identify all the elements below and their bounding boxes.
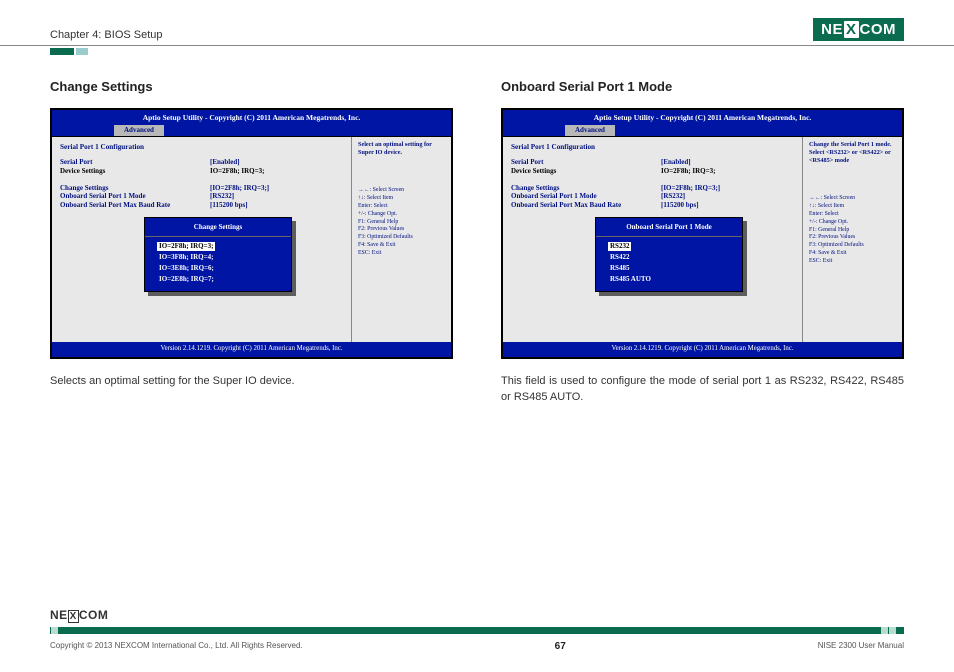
config-value: [115200 bps] <box>210 201 248 210</box>
keyhelp-line: F3: Optimized Defaults <box>809 242 896 250</box>
page-footer: Copyright © 2013 NEXCOM International Co… <box>50 641 904 652</box>
bios-screenshot-left: Aptio Setup Utility - Copyright (C) 2011… <box>50 108 453 359</box>
config-value: [115200 bps] <box>661 201 699 210</box>
left-heading: Change Settings <box>50 79 453 94</box>
config-row[interactable]: Onboard Serial Port 1 Mode[RS232] <box>511 192 794 201</box>
keyhelp-line: F4: Save & Exit <box>809 250 896 258</box>
keyhelp-line: ↑↓: Select Item <box>358 195 445 203</box>
config-row[interactable]: Onboard Serial Port Max Baud Rate[115200… <box>60 201 343 210</box>
keyhelp-line: ESC: Exit <box>809 258 896 266</box>
bios-help-pane: Change the Serial Port 1 mode. Select <R… <box>802 137 902 342</box>
config-row[interactable]: Onboard Serial Port 1 Mode[RS232] <box>60 192 343 201</box>
keyhelp-line: F3: Optimized Defaults <box>358 234 445 242</box>
bios-tabs: Advanced <box>503 125 902 137</box>
bios-left-pane: Serial Port 1 Configuration Serial Port[… <box>503 137 802 342</box>
config-row[interactable]: Serial Port[Enabled] <box>511 158 794 167</box>
manual-name: NISE 2300 User Manual <box>818 641 904 652</box>
copyright-text: Copyright © 2013 NEXCOM International Co… <box>50 641 303 652</box>
config-label: Onboard Serial Port 1 Mode <box>511 192 661 201</box>
config-label: Change Settings <box>511 184 661 193</box>
footer-logo: NEXCOM <box>50 606 108 624</box>
config-label: Onboard Serial Port Max Baud Rate <box>60 201 210 210</box>
config-value: [RS232] <box>661 192 685 201</box>
bios-screenshot-right: Aptio Setup Utility - Copyright (C) 2011… <box>501 108 904 359</box>
config-label: Onboard Serial Port 1 Mode <box>60 192 210 201</box>
config-value: [Enabled] <box>210 158 240 167</box>
nexcom-logo: NEXCOM <box>813 18 904 41</box>
right-caption: This field is used to configure the mode… <box>501 373 904 406</box>
help-text: Select an optimal setting for Super IO d… <box>358 141 445 157</box>
config-row[interactable]: Change Settings[IO=2F8h; IRQ=3;] <box>60 184 343 193</box>
config-value: [IO=2F8h; IRQ=3;] <box>210 184 269 193</box>
bios-left-pane: Serial Port 1 Configuration Serial Port[… <box>52 137 351 342</box>
keyhelp-line: ↑↓: Select Item <box>809 203 896 211</box>
config-row[interactable]: Device SettingsIO=2F8h; IRQ=3; <box>511 167 794 176</box>
keyhelp-line: F1: General Help <box>809 227 896 235</box>
bios-footer: Version 2.14.1219. Copyright (C) 2011 Am… <box>503 342 902 356</box>
config-value: IO=2F8h; IRQ=3; <box>661 167 715 176</box>
footer-bar <box>50 627 904 634</box>
left-caption: Selects an optimal setting for the Super… <box>50 373 453 390</box>
popup-option[interactable]: IO=3E8h; IRQ=6; <box>151 263 222 273</box>
keyhelp-line: ESC: Exit <box>358 250 445 258</box>
accent-bar <box>50 48 954 55</box>
popup-option[interactable]: RS422 <box>602 252 637 262</box>
popup-option[interactable]: RS232 <box>608 242 631 251</box>
left-column: Change Settings Aptio Setup Utility - Co… <box>50 79 453 406</box>
popup-change-settings: Change Settings IO=2F8h; IRQ=3;IO=3F8h; … <box>144 217 292 292</box>
bios-title: Aptio Setup Utility - Copyright (C) 2011… <box>52 110 451 125</box>
config-label: Device Settings <box>60 167 210 176</box>
config-row[interactable]: Device SettingsIO=2F8h; IRQ=3; <box>60 167 343 176</box>
help-text: Change the Serial Port 1 mode. Select <R… <box>809 141 896 165</box>
keyhelp-line: F4: Save & Exit <box>358 242 445 250</box>
keyhelp-line: F2: Previous Values <box>358 226 445 234</box>
main-content: Change Settings Aptio Setup Utility - Co… <box>0 55 954 406</box>
config-row[interactable]: Serial Port[Enabled] <box>60 158 343 167</box>
popup-option[interactable]: IO=2F8h; IRQ=3; <box>157 242 215 251</box>
popup-option[interactable]: IO=3F8h; IRQ=4; <box>151 252 221 262</box>
keyhelp-line: Enter: Select <box>358 203 445 211</box>
page-header: Chapter 4: BIOS Setup NEXCOM <box>0 0 954 46</box>
chapter-title: Chapter 4: BIOS Setup <box>50 29 163 41</box>
popup-serial-mode: Onboard Serial Port 1 Mode RS232RS422RS4… <box>595 217 743 292</box>
keyhelp-line: +/-: Change Opt. <box>358 211 445 219</box>
config-value: [RS232] <box>210 192 234 201</box>
keyhelp-line: F1: General Help <box>358 219 445 227</box>
keyhelp-line: Enter: Select <box>809 211 896 219</box>
bios-help-pane: Select an optimal setting for Super IO d… <box>351 137 451 342</box>
config-label: Serial Port <box>60 158 210 167</box>
popup-title: Change Settings <box>145 221 291 237</box>
keyhelp-line: →←: Select Screen <box>358 187 445 195</box>
tab-advanced[interactable]: Advanced <box>565 125 615 136</box>
config-label: Serial Port <box>511 158 661 167</box>
keyhelp-line: +/-: Change Opt. <box>809 219 896 227</box>
bios-title: Aptio Setup Utility - Copyright (C) 2011… <box>503 110 902 125</box>
keyhelp-line: →←: Select Screen <box>809 195 896 203</box>
config-row[interactable]: Change Settings[IO=2F8h; IRQ=3;] <box>511 184 794 193</box>
bios-footer: Version 2.14.1219. Copyright (C) 2011 Am… <box>52 342 451 356</box>
logo-pre: NE <box>821 21 843 38</box>
config-value: IO=2F8h; IRQ=3; <box>210 167 264 176</box>
logo-x: X <box>844 21 859 38</box>
config-label: Change Settings <box>60 184 210 193</box>
page-number: 67 <box>555 641 566 652</box>
popup-option[interactable]: RS485 AUTO <box>602 274 659 284</box>
right-heading: Onboard Serial Port 1 Mode <box>501 79 904 94</box>
config-row[interactable]: Onboard Serial Port Max Baud Rate[115200… <box>511 201 794 210</box>
popup-option[interactable]: RS485 <box>602 263 637 273</box>
right-column: Onboard Serial Port 1 Mode Aptio Setup U… <box>501 79 904 406</box>
config-header: Serial Port 1 Configuration <box>60 143 343 152</box>
tab-advanced[interactable]: Advanced <box>114 125 164 136</box>
config-header: Serial Port 1 Configuration <box>511 143 794 152</box>
popup-title: Onboard Serial Port 1 Mode <box>596 221 742 237</box>
logo-post: COM <box>860 21 897 38</box>
config-label: Onboard Serial Port Max Baud Rate <box>511 201 661 210</box>
bios-tabs: Advanced <box>52 125 451 137</box>
popup-option[interactable]: IO=2E8h; IRQ=7; <box>151 274 222 284</box>
config-value: [IO=2F8h; IRQ=3;] <box>661 184 720 193</box>
config-label: Device Settings <box>511 167 661 176</box>
config-value: [Enabled] <box>661 158 691 167</box>
